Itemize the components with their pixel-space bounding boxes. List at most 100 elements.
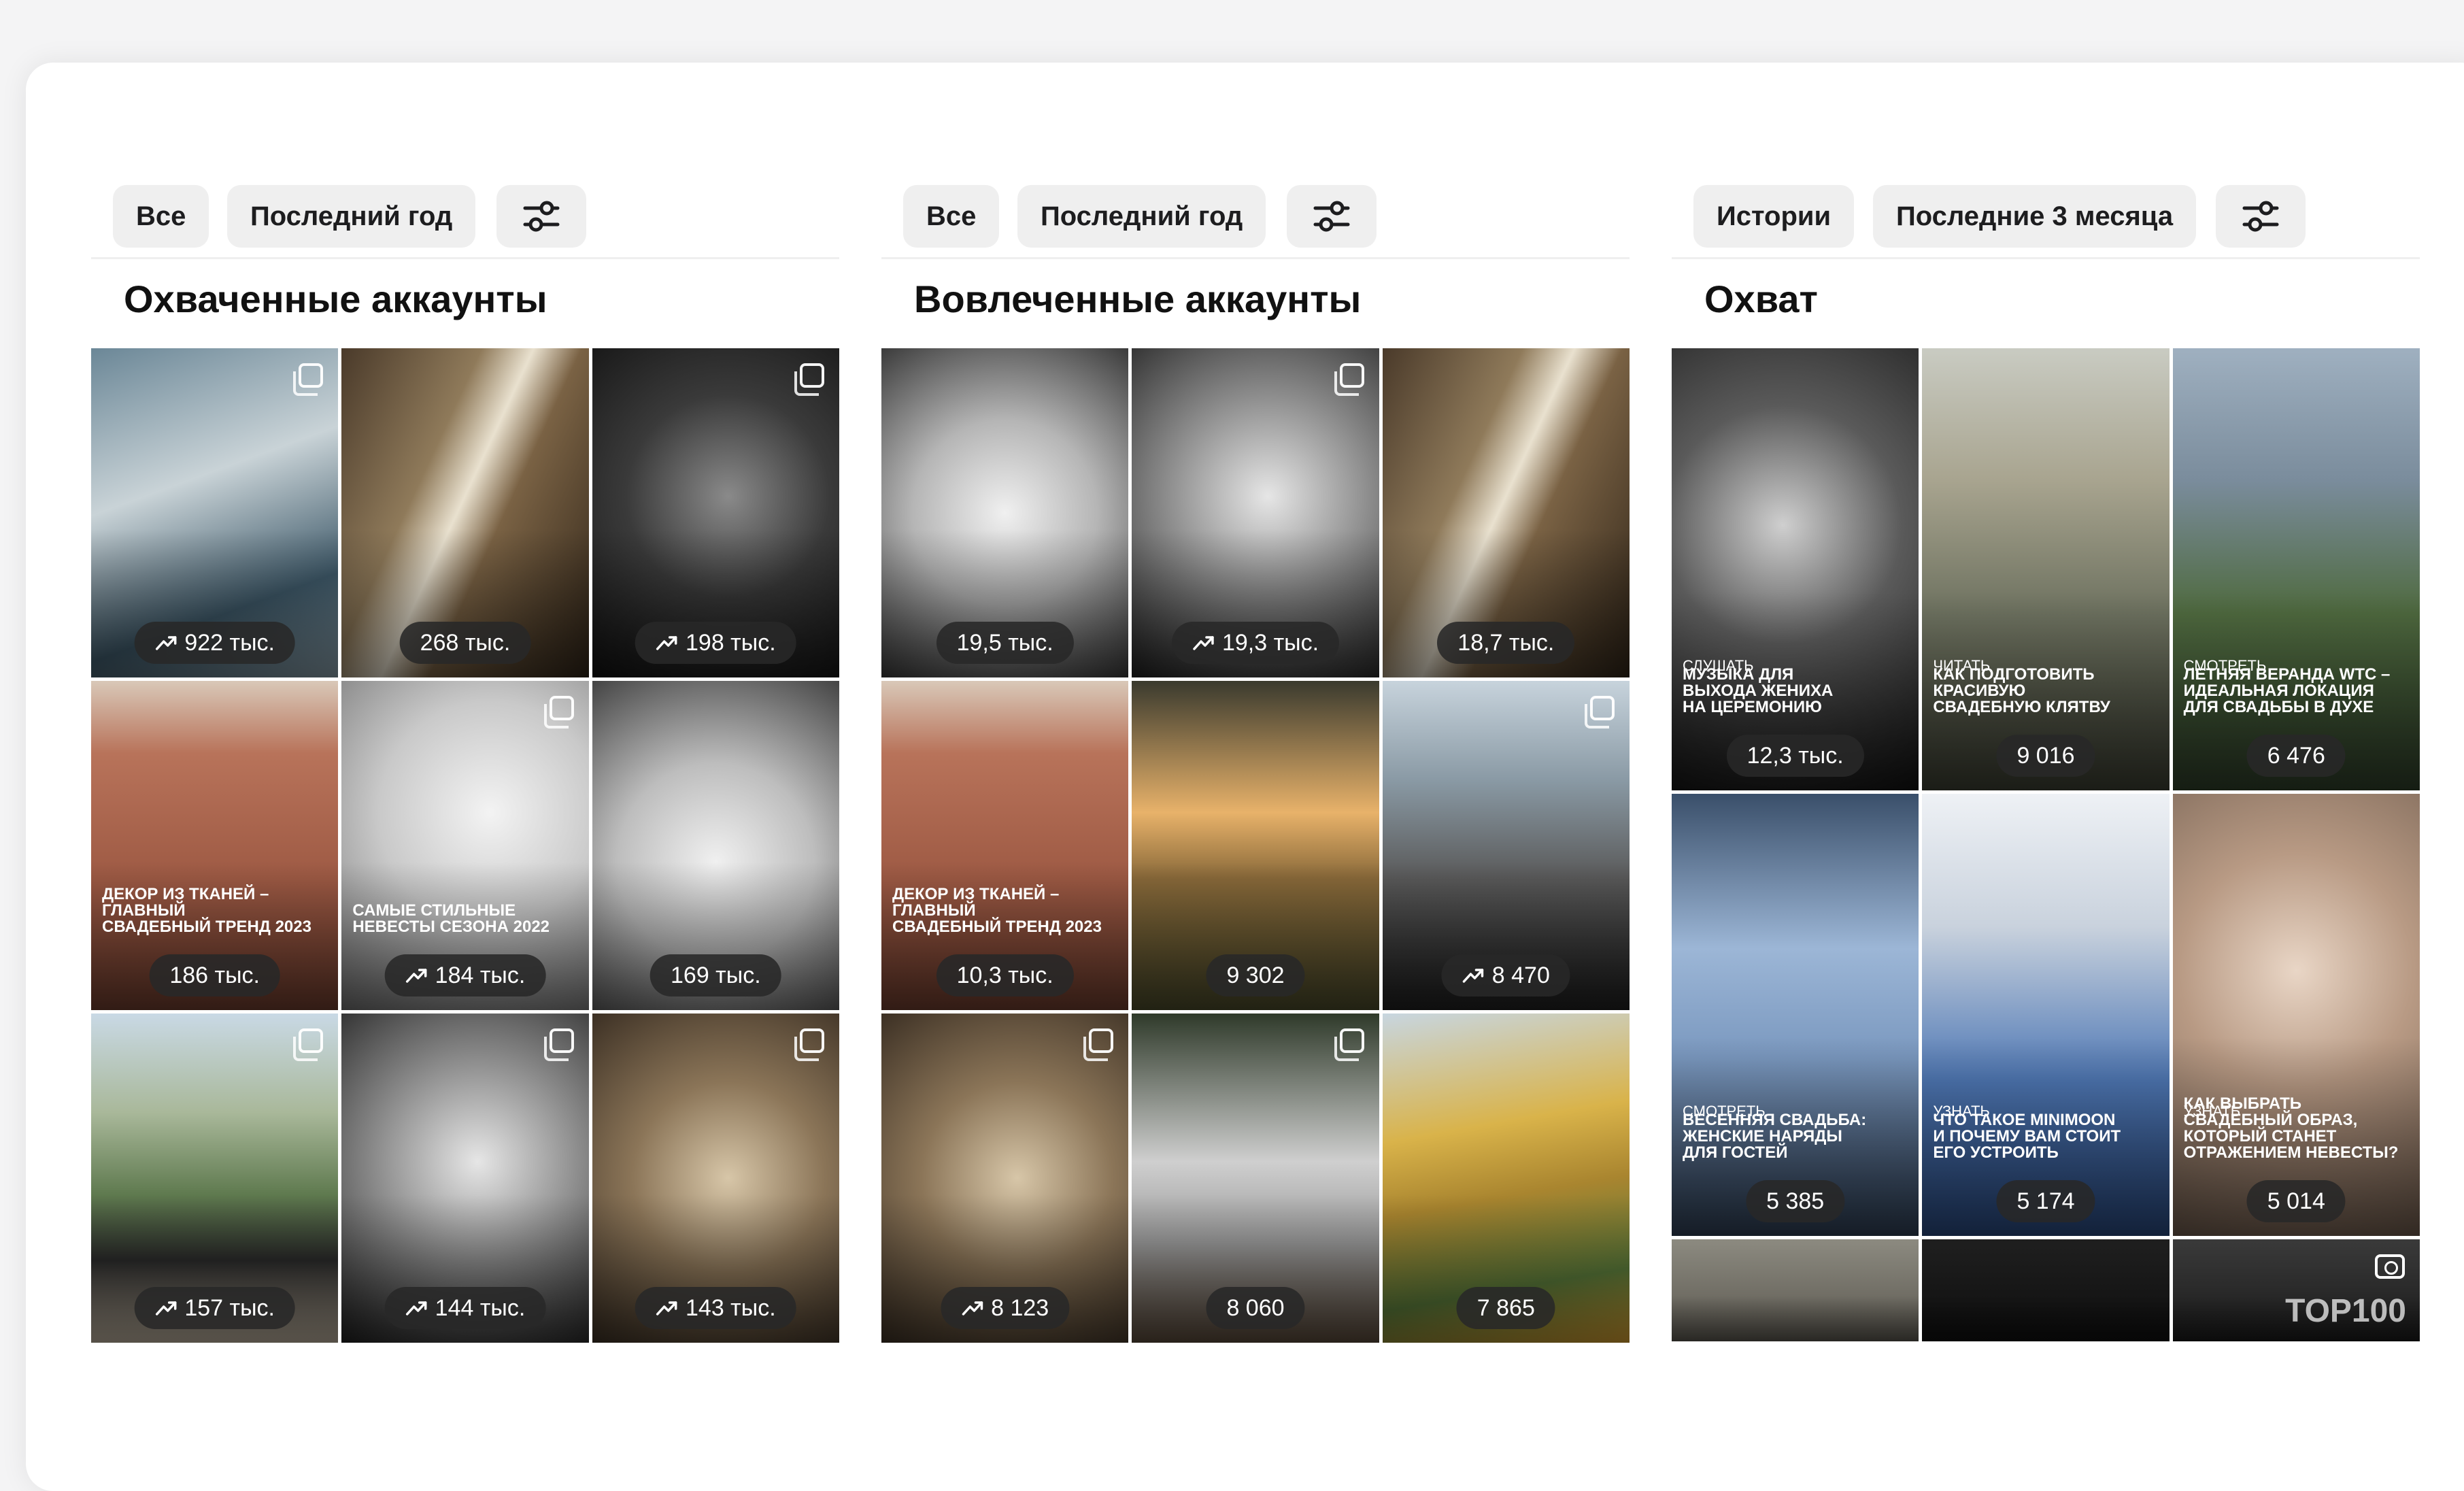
- metric-pill: 9 302: [1206, 954, 1305, 996]
- media-tile[interactable]: ЧИТАТЬ КАК ПОДГОТОВИТЬ КРАСИВУЮ СВАДЕБНУЮ…: [1922, 348, 2170, 790]
- media-tile[interactable]: УЗНАТЬ КАК ВЫБРАТЬ СВАДЕБНЫЙ ОБРАЗ, КОТОР…: [2172, 794, 2420, 1236]
- metric-pill: 5 174: [1996, 1180, 2095, 1222]
- trending-up-icon: [1193, 636, 1214, 650]
- metric-value: 157 тыс.: [184, 1295, 275, 1321]
- tile-caption: ВЕСЕННЯЯ СВАДЬБА: ЖЕНСКИЕ НАРЯДЫ ДЛЯ ГОС…: [1683, 1111, 1867, 1162]
- media-tile[interactable]: ДЕКОР ИЗ ТКАНЕЙ – ГЛАВНЫЙ СВАДЕБНЫЙ ТРЕН…: [91, 681, 339, 1010]
- media-tile[interactable]: 144 тыс.: [341, 1013, 589, 1343]
- trending-up-icon: [405, 1301, 427, 1316]
- carousel-icon: [543, 1028, 574, 1061]
- metric-pill: 184 тыс.: [384, 954, 546, 996]
- metric-pill: 268 тыс.: [399, 622, 531, 664]
- sliders-icon: [523, 201, 560, 232]
- sliders-icon: [2242, 201, 2279, 232]
- metric-pill: 157 тыс.: [134, 1287, 295, 1329]
- media-tile[interactable]: 169 тыс.: [592, 681, 839, 1010]
- metric-value: 169 тыс.: [671, 962, 761, 988]
- metric-pill: 922 тыс.: [134, 622, 295, 664]
- media-tile[interactable]: 268 тыс.: [341, 348, 589, 677]
- media-tile[interactable]: 8 470: [1382, 681, 1630, 1010]
- media-tile[interactable]: 143 тыс.: [592, 1013, 839, 1343]
- metric-pill: 198 тыс.: [635, 622, 796, 664]
- carousel-icon: [794, 363, 824, 396]
- period-chip[interactable]: Последний год: [1017, 185, 1266, 248]
- filter-toolbar: Истории Последние 3 месяца: [1672, 165, 2420, 259]
- media-tile[interactable]: СЛУШАТЬ МУЗЫКА ДЛЯ ВЫХОДА ЖЕНИХА НА ЦЕРЕМ…: [1672, 348, 1919, 790]
- tile-caption: ДЕКОР ИЗ ТКАНЕЙ – ГЛАВНЫЙ СВАДЕБНЫЙ ТРЕН…: [892, 885, 1102, 936]
- metric-value: 143 тыс.: [686, 1295, 776, 1321]
- trending-up-icon: [962, 1301, 983, 1316]
- insights-card: Все Последний год Охваченные аккаунты 92…: [26, 63, 2464, 1491]
- filter-toolbar: Все Последний год: [881, 165, 1630, 259]
- media-tile[interactable]: 8 123: [881, 1013, 1129, 1343]
- metric-pill: 19,3 тыс.: [1171, 622, 1340, 664]
- metric-value: 144 тыс.: [435, 1295, 526, 1321]
- metric-value: 186 тыс.: [169, 962, 260, 988]
- media-grid: 19,5 тыс. 19,3 тыс. 18,7 тыс. ДЕКОР ИЗ ТКАН…: [881, 348, 1630, 1343]
- media-tile[interactable]: TOP100: [2172, 1239, 2420, 1341]
- metric-pill: 144 тыс.: [384, 1287, 546, 1329]
- metric-value: 5 385: [1766, 1188, 1825, 1214]
- period-chip[interactable]: Последние 3 месяца: [1873, 185, 2197, 248]
- metric-pill: 19,5 тыс.: [936, 622, 1074, 664]
- filter-settings-button[interactable]: [2216, 185, 2306, 248]
- period-chip[interactable]: Последний год: [227, 185, 476, 248]
- metric-value: 18,7 тыс.: [1457, 630, 1555, 656]
- media-tile[interactable]: [1922, 1239, 2170, 1341]
- metric-pill: 169 тыс.: [650, 954, 781, 996]
- sliders-icon: [1313, 201, 1350, 232]
- media-tile[interactable]: 18,7 тыс.: [1382, 348, 1630, 677]
- media-grid: СЛУШАТЬ МУЗЫКА ДЛЯ ВЫХОДА ЖЕНИХА НА ЦЕРЕМ…: [1672, 348, 2420, 1343]
- section-title: Вовлеченные аккаунты: [914, 278, 1362, 320]
- metric-value: 19,5 тыс.: [956, 630, 1053, 656]
- media-grid: 922 тыс. 268 тыс. 198 тыс. ДЕКОР ИЗ ТКАНЕЙ …: [91, 348, 839, 1343]
- media-tile[interactable]: СМОТРЕТЬ ЛЕТНЯЯ ВЕРАНДА WTC – ИДЕАЛЬНАЯ Л…: [2172, 348, 2420, 790]
- media-tile[interactable]: 9 302: [1132, 681, 1379, 1010]
- metric-value: 6 476: [2267, 743, 2325, 769]
- camera-icon: [2375, 1254, 2405, 1279]
- metric-pill: 8 123: [941, 1287, 1070, 1329]
- content-type-chip[interactable]: Истории: [1693, 185, 1855, 248]
- media-tile[interactable]: УЗНАТЬ ЧТО ТАКОЕ MINIMOON И ПОЧЕМУ ВАМ СТ…: [1922, 794, 2170, 1236]
- media-tile[interactable]: 198 тыс.: [592, 348, 839, 677]
- metric-value: 8 470: [1491, 962, 1550, 988]
- carousel-icon: [293, 363, 324, 396]
- filter-settings-button[interactable]: [496, 185, 586, 248]
- media-tile[interactable]: [1672, 1239, 1919, 1341]
- metric-value: 12,3 тыс.: [1746, 743, 1844, 769]
- tile-caption: TOP100: [2285, 1293, 2406, 1329]
- trending-up-icon: [1463, 969, 1484, 983]
- filter-toolbar: Все Последний год: [91, 165, 839, 259]
- metric-pill: 8 470: [1441, 954, 1570, 996]
- filter-settings-button[interactable]: [1287, 185, 1377, 248]
- media-tile[interactable]: ДЕКОР ИЗ ТКАНЕЙ – ГЛАВНЫЙ СВАДЕБНЫЙ ТРЕН…: [881, 681, 1129, 1010]
- media-tile[interactable]: 157 тыс.: [91, 1013, 339, 1343]
- trending-up-icon: [155, 636, 177, 650]
- media-tile[interactable]: 922 тыс.: [91, 348, 339, 677]
- content-type-chip[interactable]: Все: [903, 185, 1000, 248]
- metric-pill: 143 тыс.: [635, 1287, 796, 1329]
- metric-value: 8 060: [1226, 1295, 1285, 1321]
- tile-caption: МУЗЫКА ДЛЯ ВЫХОДА ЖЕНИХА НА ЦЕРЕМОНИЮ: [1683, 665, 1834, 716]
- metric-value: 19,3 тыс.: [1221, 630, 1319, 656]
- metric-value: 9 302: [1226, 962, 1285, 988]
- metric-pill: 18,7 тыс.: [1437, 622, 1575, 664]
- metric-value: 8 123: [991, 1295, 1049, 1321]
- content-type-chip[interactable]: Все: [113, 185, 209, 248]
- metric-pill: 10,3 тыс.: [936, 954, 1074, 996]
- media-tile[interactable]: 19,5 тыс.: [881, 348, 1129, 677]
- media-tile[interactable]: САМЫЕ СТИЛЬНЫЕ НЕВЕСТЫ СЕЗОНА 2022 184 ты…: [341, 681, 589, 1010]
- metric-pill: 5 385: [1746, 1180, 1845, 1222]
- carousel-icon: [293, 1028, 324, 1061]
- metric-pill: 7 865: [1456, 1287, 1555, 1329]
- carousel-icon: [1585, 696, 1615, 728]
- section-title: Охваченные аккаунты: [124, 278, 547, 320]
- media-tile[interactable]: СМОТРЕТЬ ВЕСЕННЯЯ СВАДЬБА: ЖЕНСКИЕ НАРЯДЫ…: [1672, 794, 1919, 1236]
- media-tile[interactable]: 19,3 тыс.: [1132, 348, 1379, 677]
- tile-caption: КАК ВЫБРАТЬ СВАДЕБНЫЙ ОБРАЗ, КОТОРЫЙ СТА…: [2183, 1094, 2399, 1162]
- metric-pill: 186 тыс.: [149, 954, 280, 996]
- media-tile[interactable]: 7 865: [1382, 1013, 1630, 1343]
- tile-caption: ЛЕТНЯЯ ВЕРАНДА WTC – ИДЕАЛЬНАЯ ЛОКАЦИЯ Д…: [2183, 665, 2391, 716]
- metric-value: 7 865: [1476, 1295, 1535, 1321]
- media-tile[interactable]: 8 060: [1132, 1013, 1379, 1343]
